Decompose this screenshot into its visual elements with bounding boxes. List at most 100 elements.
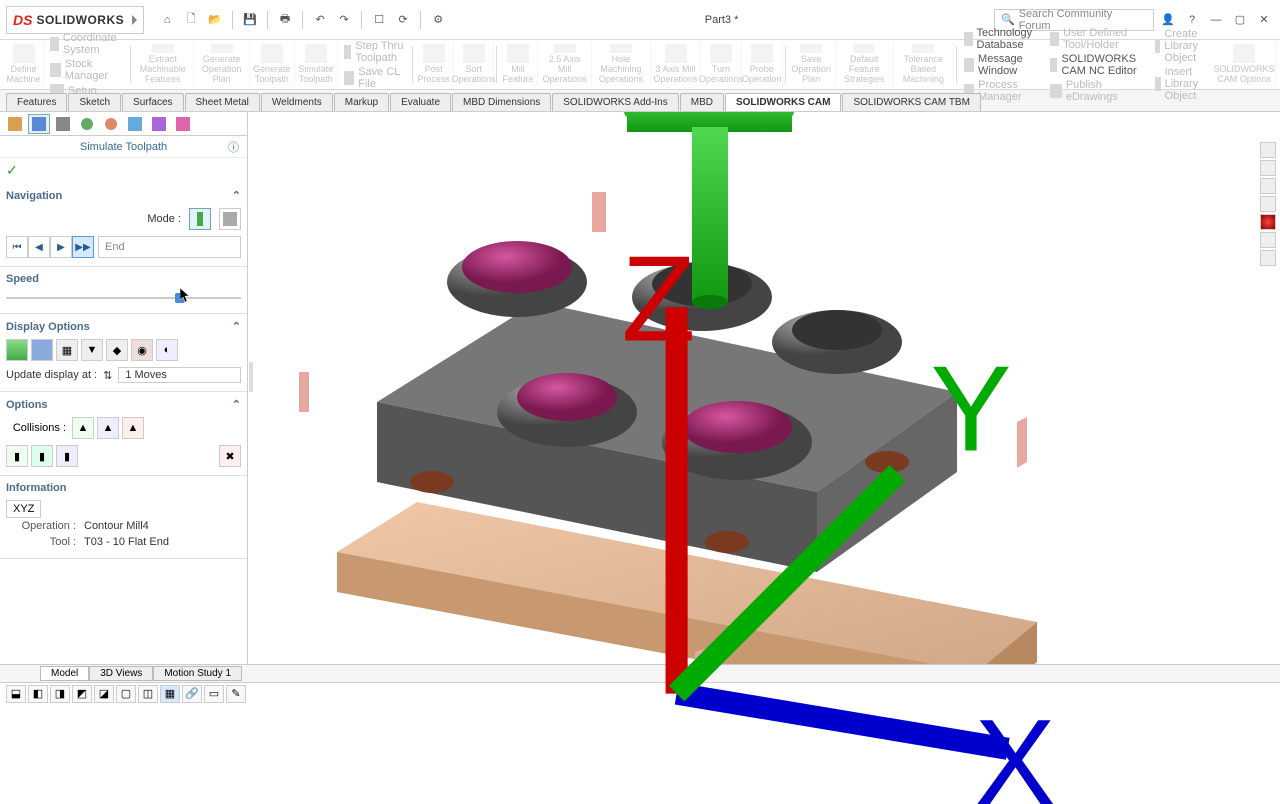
view-front-button[interactable]: ⬓ [6, 685, 26, 703]
end-selector[interactable]: End [98, 236, 241, 258]
taskpane-resources-icon[interactable] [1260, 160, 1276, 176]
info-header[interactable]: Information [6, 480, 241, 496]
edit-sketch-button[interactable]: ✎ [226, 685, 246, 703]
dimxpert-tab[interactable] [76, 114, 98, 134]
ribbon-hole-machining[interactable]: Hole Machining Operations [592, 42, 651, 87]
save-cl-button[interactable]: Save CL File [344, 66, 404, 90]
ribbon-mill-feature[interactable]: Mill Feature [498, 42, 538, 87]
ribbon-turn-ops[interactable]: Turn Operations [701, 42, 742, 87]
view-iso1-button[interactable]: ◧ [28, 685, 48, 703]
ribbon-post-process[interactable]: Post Process [414, 42, 454, 87]
holder-display-button[interactable]: ◆ [106, 339, 128, 361]
taskpane-home-icon[interactable] [1260, 142, 1276, 158]
mode-tool-button[interactable] [189, 208, 211, 230]
taskpane-library-icon[interactable] [1260, 178, 1276, 194]
close-icon[interactable]: ✕ [1254, 10, 1274, 30]
minimize-icon[interactable]: — [1206, 10, 1226, 30]
tab-sheet-metal[interactable]: Sheet Metal [185, 93, 260, 111]
cam-tool-tab[interactable] [172, 114, 194, 134]
view-two-button[interactable]: ◫ [138, 685, 158, 703]
new-icon[interactable]: 🗋 [180, 9, 202, 31]
compare-btn-3[interactable]: ▮ [56, 445, 78, 467]
stock-display-button[interactable] [6, 339, 28, 361]
ribbon-probe-op[interactable]: Probe Operation [742, 42, 783, 87]
speed-header[interactable]: Speed [6, 271, 241, 287]
slider-thumb[interactable] [175, 293, 185, 303]
navigation-header[interactable]: Navigation⌃ [6, 187, 241, 204]
view-four-button[interactable]: ▦ [160, 685, 180, 703]
stock-manager-button[interactable]: Stock Manager [50, 58, 122, 82]
create-library-button[interactable]: Create Library Object [1155, 28, 1207, 64]
tab-features[interactable]: Features [6, 93, 67, 111]
cam-op-tab[interactable] [148, 114, 170, 134]
taskpane-explorer-icon[interactable] [1260, 196, 1276, 212]
goto-start-button[interactable]: ⏮ [6, 236, 28, 258]
mode-turbo-button[interactable] [219, 208, 241, 230]
view-iso4-button[interactable]: ◪ [94, 685, 114, 703]
speed-slider[interactable] [6, 291, 241, 305]
rebuild-icon[interactable]: ⟳ [392, 9, 414, 31]
tab-sketch[interactable]: Sketch [68, 93, 121, 111]
ribbon-tolerance-machining[interactable]: Tolerance Based Machining [894, 42, 954, 87]
message-window-button[interactable]: Message Window [964, 53, 1038, 77]
tab-mbd[interactable]: MBD [680, 93, 724, 111]
tab-solidworks-cam[interactable]: SOLIDWORKS CAM [725, 93, 841, 111]
user-tool-holder-button[interactable]: User Defined Tool/Holder [1050, 27, 1143, 51]
target-display-button[interactable] [31, 339, 53, 361]
view-custom-button[interactable]: ▭ [204, 685, 224, 703]
step-forward-button[interactable]: ▶ [50, 236, 72, 258]
bottom-tab-motion-study-1[interactable]: Motion Study 1 [153, 666, 242, 681]
collision-btn-3[interactable]: ▲ [122, 417, 144, 439]
update-value[interactable]: 1 Moves [118, 367, 241, 383]
print-icon[interactable]: 🖶 [274, 9, 296, 31]
ribbon-save-opplan[interactable]: Save Operation Plan [787, 42, 835, 87]
view-iso3-button[interactable]: ◩ [72, 685, 92, 703]
undo-icon[interactable]: ↶ [309, 9, 331, 31]
nc-editor-button[interactable]: SOLIDWORKS CAM NC Editor [1050, 53, 1143, 77]
help-icon[interactable]: ? [1182, 10, 1202, 30]
propertymanager-tab[interactable] [28, 114, 50, 134]
view-link-button[interactable]: 🔗 [182, 685, 202, 703]
view-single-button[interactable]: ▢ [116, 685, 136, 703]
step-thru-button[interactable]: Step Thru Toolpath [344, 40, 404, 64]
app-logo[interactable]: DS SOLIDWORKS [6, 6, 144, 34]
maximize-icon[interactable]: ▢ [1230, 10, 1250, 30]
cam-tree-tab[interactable] [124, 114, 146, 134]
step-back-button[interactable]: ◀ [28, 236, 50, 258]
reset-options-button[interactable]: ✖ [219, 445, 241, 467]
home-icon[interactable]: ⌂ [156, 9, 178, 31]
tech-database-button[interactable]: Technology Database [964, 27, 1038, 51]
display-header[interactable]: Display Options⌃ [6, 318, 241, 335]
compare-btn-1[interactable]: ▮ [6, 445, 28, 467]
play-button[interactable]: ▶▶ [72, 236, 94, 258]
bottom-tab-model[interactable]: Model [40, 666, 89, 681]
section-display-button[interactable]: ◐ [156, 339, 178, 361]
update-stepper-icon[interactable]: ⇅ [103, 369, 112, 382]
save-icon[interactable]: 💾 [239, 9, 261, 31]
display-tab[interactable] [100, 114, 122, 134]
collision-btn-2[interactable]: ▲ [97, 417, 119, 439]
fixture-display-button[interactable]: ◉ [131, 339, 153, 361]
tab-markup[interactable]: Markup [334, 93, 389, 111]
graphics-viewport[interactable]: Z Y X [254, 112, 1280, 664]
configmanager-tab[interactable] [52, 114, 74, 134]
ok-button[interactable]: ✓ [0, 158, 247, 183]
options-header[interactable]: Options⌃ [6, 396, 241, 413]
wireframe-button[interactable]: ▦ [56, 339, 78, 361]
tab-surfaces[interactable]: Surfaces [122, 93, 183, 111]
taskpane-view-icon[interactable] [1260, 214, 1276, 230]
ribbon-3axis-mill[interactable]: 3 Axis Mill Operations [651, 42, 701, 87]
xyz-button[interactable]: XYZ [6, 500, 41, 518]
ribbon-generate-toolpath[interactable]: Generate Toolpath [250, 42, 295, 87]
taskpane-custom-icon[interactable] [1260, 250, 1276, 266]
insert-library-button[interactable]: Insert Library Object [1155, 66, 1207, 102]
tab-weldments[interactable]: Weldments [261, 93, 333, 111]
coordinate-system-button[interactable]: Coordinate System [50, 32, 122, 56]
options-icon[interactable]: ⚙ [427, 9, 449, 31]
view-iso2-button[interactable]: ◨ [50, 685, 70, 703]
bottom-tab-3d-views[interactable]: 3D Views [89, 666, 153, 681]
ribbon-generate-opplan[interactable]: Generate Operation Plan [194, 42, 250, 87]
ribbon-simulate-toolpath[interactable]: Simulate Toolpath [295, 42, 339, 87]
ribbon-cam-options[interactable]: SOLIDWORKS CAM Options [1213, 42, 1276, 87]
info-icon[interactable]: ⓘ [228, 139, 239, 155]
